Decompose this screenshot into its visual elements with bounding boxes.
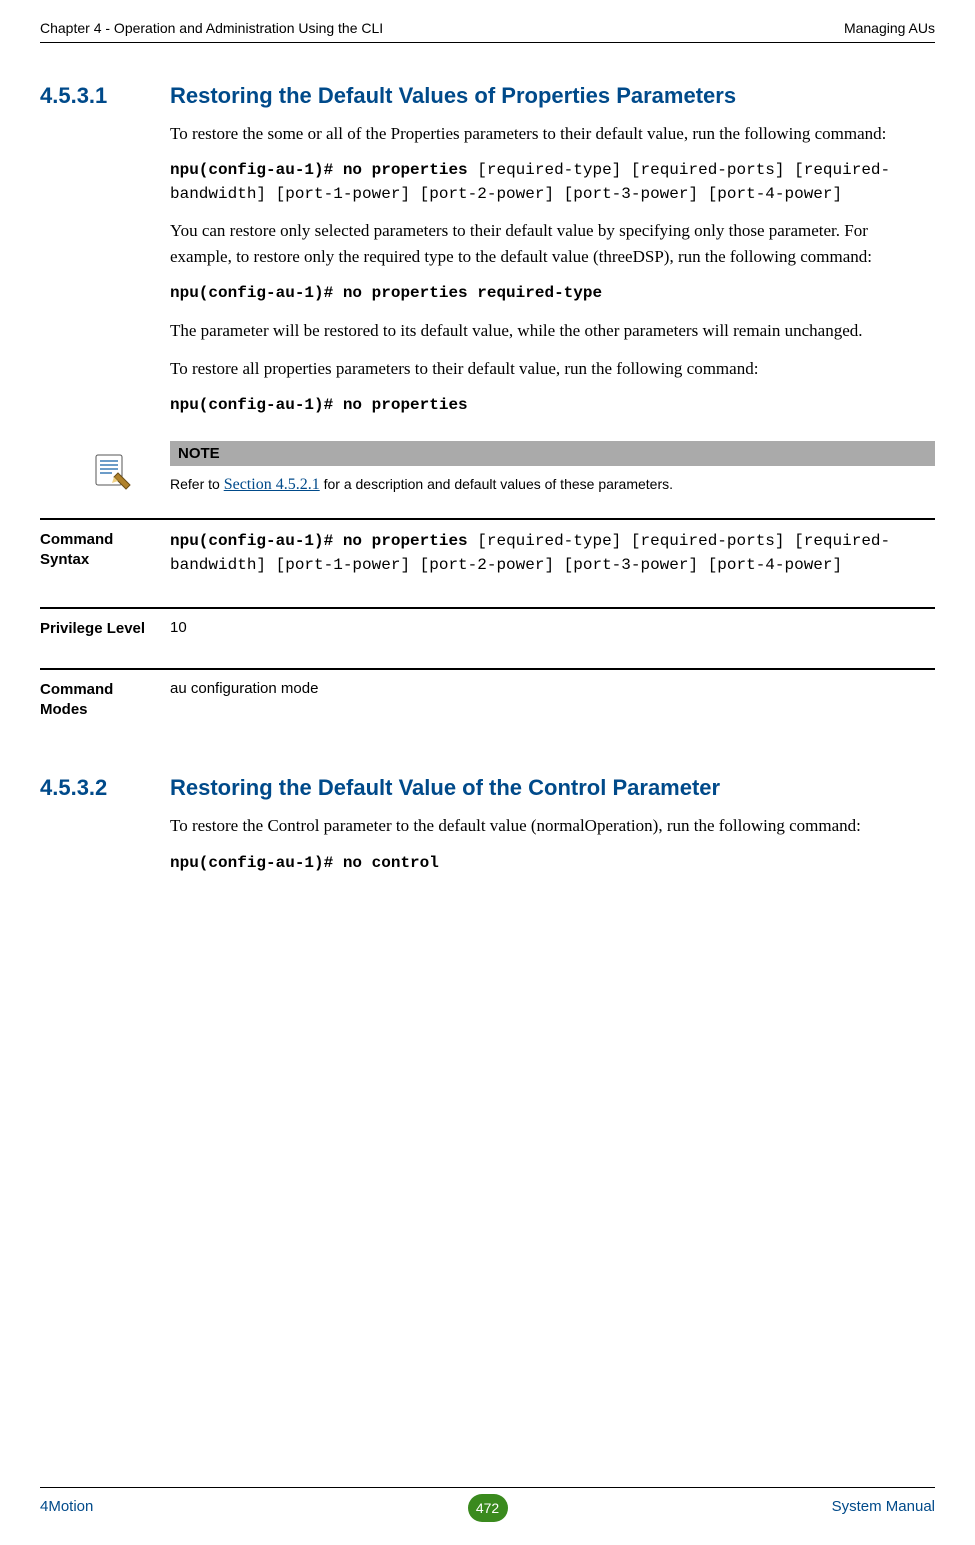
command-bold: npu(config-au-1)# no properties <box>170 161 468 179</box>
note-text-after: for a description and default values of … <box>320 476 673 492</box>
modes-value: au configuration mode <box>170 680 318 697</box>
section-number: 4.5.3.2 <box>40 775 170 801</box>
paragraph: To restore the some or all of the Proper… <box>170 121 925 147</box>
kv-value: 10 <box>170 619 935 639</box>
header-right: Managing AUs <box>844 20 935 36</box>
section-heading: 4.5.3.2 Restoring the Default Value of t… <box>40 775 935 801</box>
note-text-before: Refer to <box>170 476 224 492</box>
command-line: npu(config-au-1)# no properties <box>170 394 925 417</box>
kv-label: Privilege Level <box>40 619 170 639</box>
paragraph: To restore all properties parameters to … <box>170 356 925 382</box>
note-body: Refer to Section 4.5.2.1 for a descripti… <box>170 466 935 500</box>
paragraph: You can restore only selected parameters… <box>170 218 925 271</box>
section-number: 4.5.3.1 <box>40 83 170 109</box>
note-icon-cell <box>40 441 170 500</box>
paragraph: To restore the Control parameter to the … <box>170 813 925 839</box>
section-heading: 4.5.3.1 Restoring the Default Values of … <box>40 83 935 109</box>
priv-value: 10 <box>170 619 187 636</box>
command-syntax-row: Command Syntax npu(config-au-1)# no prop… <box>40 518 935 602</box>
syntax-bold: npu(config-au-1)# no properties <box>170 532 468 550</box>
kv-label: Command Syntax <box>40 530 170 576</box>
footer-left: 4Motion <box>40 1498 93 1515</box>
note-icon <box>90 451 132 493</box>
note-block: NOTE Refer to Section 4.5.2.1 for a desc… <box>40 441 935 500</box>
command-modes-row: Command Modes au configuration mode <box>40 668 935 745</box>
section-title: Restoring the Default Value of the Contr… <box>170 775 935 801</box>
paragraph: The parameter will be restored to its de… <box>170 318 925 344</box>
page-footer: 4Motion 472 System Manual <box>40 1487 935 1515</box>
header-left: Chapter 4 - Operation and Administration… <box>40 20 383 36</box>
page-header: Chapter 4 - Operation and Administration… <box>40 20 935 43</box>
command-line: npu(config-au-1)# no properties [require… <box>170 159 925 205</box>
kv-value: npu(config-au-1)# no properties [require… <box>170 530 935 576</box>
command-line: npu(config-au-1)# no properties required… <box>170 282 925 305</box>
page-number-badge: 472 <box>468 1494 508 1522</box>
note-title: NOTE <box>170 441 935 466</box>
kv-value: au configuration mode <box>170 680 935 719</box>
privilege-level-row: Privilege Level 10 <box>40 607 935 665</box>
footer-right: System Manual <box>832 1498 935 1515</box>
note-link[interactable]: Section 4.5.2.1 <box>224 476 320 493</box>
footer-center: 472 <box>468 1494 508 1522</box>
section-title: Restoring the Default Values of Properti… <box>170 83 935 109</box>
kv-label: Command Modes <box>40 680 170 719</box>
command-line: npu(config-au-1)# no control <box>170 852 925 875</box>
